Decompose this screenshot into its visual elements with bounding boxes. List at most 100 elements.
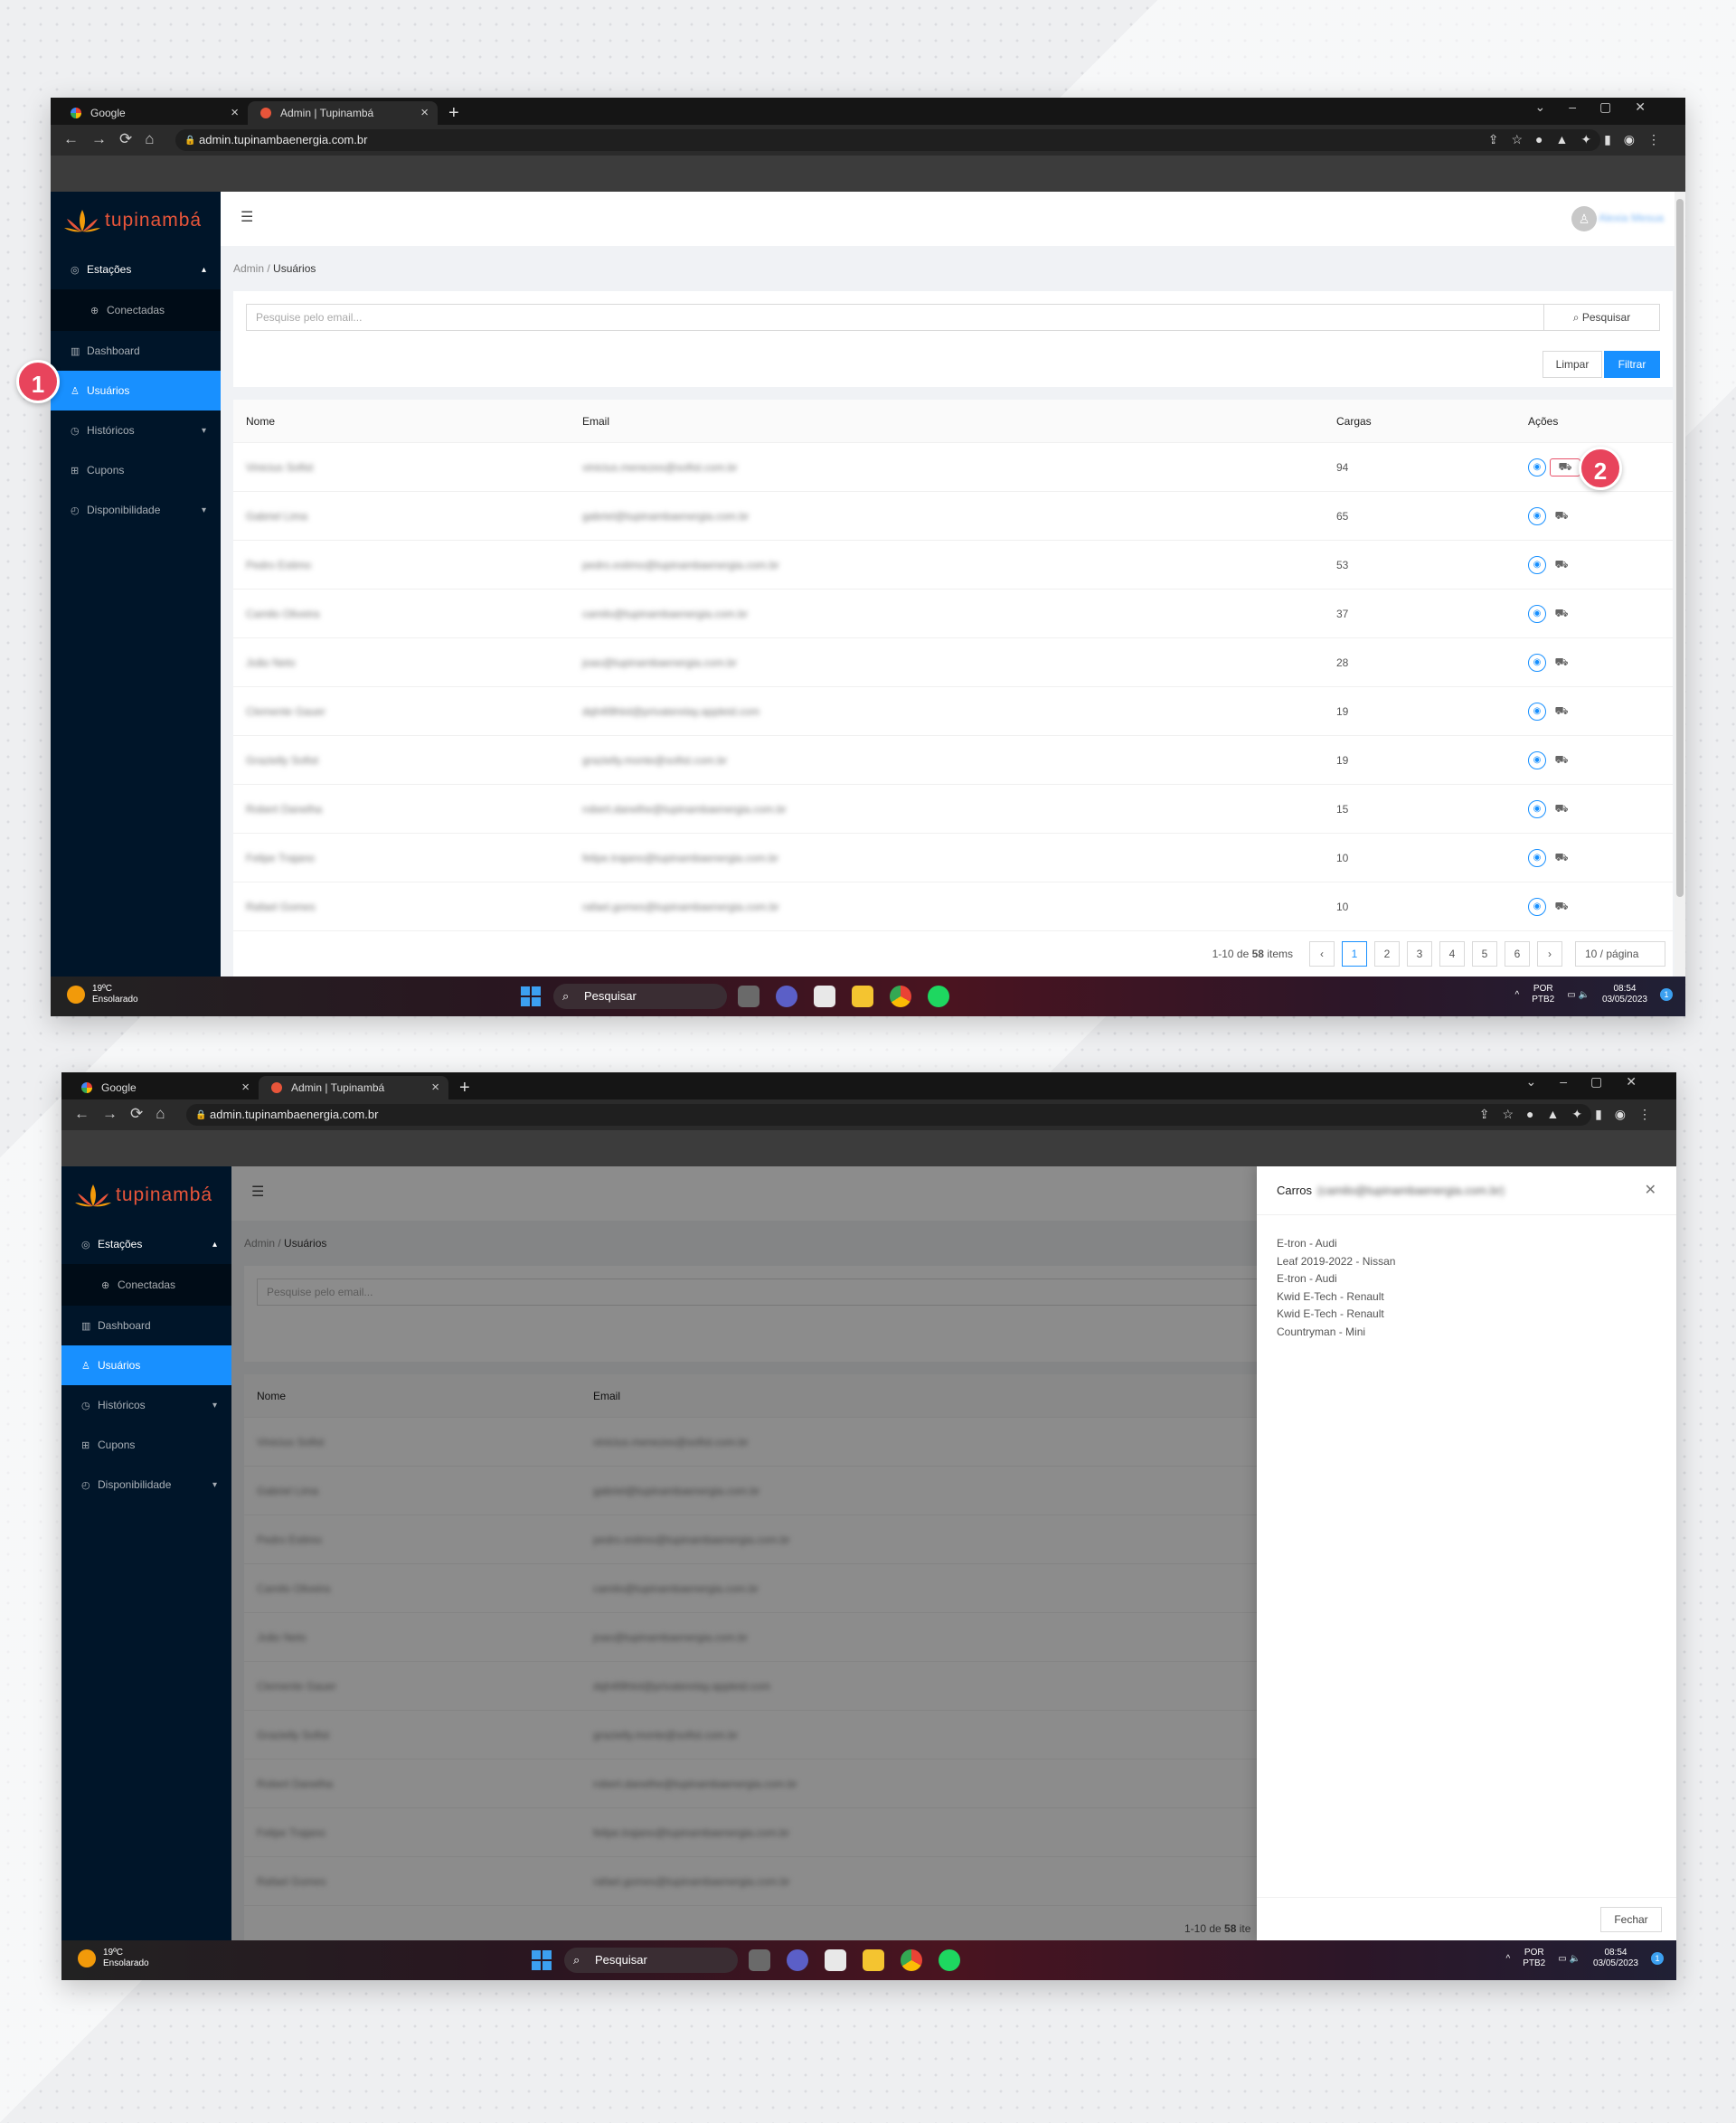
view-eye-icon[interactable]: ◉ xyxy=(1528,555,1546,574)
extension-icons[interactable]: ⇪☆●▲✦▮◉⋮ xyxy=(1479,1107,1664,1122)
page-3-button[interactable]: 3 xyxy=(1407,941,1432,967)
weather-widget[interactable]: 19ºC Ensolarado xyxy=(78,1948,149,1969)
view-eye-icon[interactable]: ◉ xyxy=(1528,506,1546,525)
view-eye-icon[interactable]: ◉ xyxy=(1528,799,1546,818)
chevron-up-icon[interactable]: ^ xyxy=(1506,1954,1511,1964)
cars-car-icon[interactable]: ⛟ xyxy=(1550,605,1573,623)
spotify-icon[interactable] xyxy=(939,1949,960,1971)
sidebar-item-historicos[interactable]: ◷ Históricos ▾ xyxy=(51,410,221,450)
close-tab-icon[interactable]: × xyxy=(241,1076,250,1099)
tab-google[interactable]: Google × xyxy=(58,101,248,125)
view-eye-icon[interactable]: ◉ xyxy=(1528,653,1546,672)
explorer-icon[interactable] xyxy=(863,1949,884,1971)
search-input[interactable]: Pesquise pelo email... xyxy=(246,304,1544,331)
notification-badge[interactable]: 1 xyxy=(1651,1952,1664,1965)
cars-car-icon[interactable]: ⛟ xyxy=(1550,703,1573,721)
menu-fold-icon[interactable]: ☰ xyxy=(241,208,253,226)
sidebar-item-dashboard[interactable]: ▥ Dashboard xyxy=(51,331,221,371)
next-page-button[interactable]: › xyxy=(1537,941,1562,967)
windows-start-icon[interactable] xyxy=(521,986,541,1006)
taskbar-search[interactable]: ⌕ Pesquisar xyxy=(564,1948,738,1973)
close-tab-icon[interactable]: × xyxy=(231,101,239,125)
view-eye-icon[interactable]: ◉ xyxy=(1528,702,1546,721)
page-4-button[interactable]: 4 xyxy=(1439,941,1465,967)
sidebar-item-disponibilidade[interactable]: ◴ Disponibilidade ▾ xyxy=(61,1465,231,1505)
page-5-button[interactable]: 5 xyxy=(1472,941,1497,967)
close-tab-icon[interactable]: × xyxy=(431,1076,439,1099)
close-icon[interactable]: ✕ xyxy=(1645,1181,1656,1199)
spotify-icon[interactable] xyxy=(928,986,949,1007)
close-tab-icon[interactable]: × xyxy=(420,101,429,125)
cars-car-icon[interactable]: ⛟ xyxy=(1550,556,1573,574)
page-2-button[interactable]: 2 xyxy=(1374,941,1400,967)
address-bar[interactable]: 🔒 admin.tupinambaenergia.com.br xyxy=(186,1104,1591,1126)
chevron-up-icon[interactable]: ^ xyxy=(1515,990,1520,1000)
tab-admin[interactable]: Admin | Tupinambá × xyxy=(248,101,438,125)
explorer-icon[interactable] xyxy=(852,986,873,1007)
scrollbar[interactable] xyxy=(1675,192,1685,977)
sidebar-item-historicos[interactable]: ◷ Históricos ▾ xyxy=(61,1385,231,1425)
windows-start-icon[interactable] xyxy=(532,1950,552,1970)
clock[interactable]: 08:54 03/05/2023 xyxy=(1593,1948,1638,1969)
page-size-select[interactable]: 10 / página xyxy=(1575,941,1665,967)
cars-car-icon[interactable]: ⛟ xyxy=(1550,507,1573,525)
chrome-icon[interactable] xyxy=(890,986,911,1007)
sidebar-item-estacoes[interactable]: ◎ Estações ▴ xyxy=(51,250,221,289)
window-controls[interactable]: ⌄–▢✕ xyxy=(1535,99,1669,115)
weather-widget[interactable]: 19ºC Ensolarado xyxy=(67,984,138,1005)
sidebar-item-cupons[interactable]: ⊞ Cupons xyxy=(51,450,221,490)
close-button[interactable]: Fechar xyxy=(1600,1907,1662,1932)
breadcrumb-root[interactable]: Admin xyxy=(233,262,264,275)
tab-google[interactable]: Google × xyxy=(69,1076,259,1099)
tab-admin[interactable]: Admin | Tupinambá × xyxy=(259,1076,448,1099)
clock[interactable]: 08:54 03/05/2023 xyxy=(1602,984,1647,1005)
filter-button[interactable]: Filtrar xyxy=(1604,351,1660,378)
nav-buttons[interactable]: ←→⟳⌂ xyxy=(74,1105,178,1123)
cars-car-icon[interactable]: ⛟ xyxy=(1550,898,1573,916)
view-eye-icon[interactable]: ◉ xyxy=(1528,458,1546,476)
window-controls[interactable]: ⌄–▢✕ xyxy=(1526,1074,1660,1090)
network-volume-icons[interactable]: ▭ 🔈 xyxy=(1567,990,1590,1000)
sidebar-item-usuarios[interactable]: ♙ Usuários xyxy=(51,371,221,410)
sidebar-item-conectadas[interactable]: ⊕ Conectadas xyxy=(61,1264,231,1306)
network-volume-icons[interactable]: ▭ 🔈 xyxy=(1558,1954,1580,1964)
view-eye-icon[interactable]: ◉ xyxy=(1528,750,1546,769)
cars-car-icon[interactable]: ⛟ xyxy=(1550,800,1573,818)
taskbar-search[interactable]: ⌕ Pesquisar xyxy=(553,984,727,1009)
sidebar-item-cupons[interactable]: ⊞ Cupons xyxy=(61,1425,231,1465)
store-icon[interactable] xyxy=(825,1949,846,1971)
view-eye-icon[interactable]: ◉ xyxy=(1528,604,1546,623)
store-icon[interactable] xyxy=(814,986,835,1007)
new-tab-icon[interactable]: + xyxy=(448,101,459,125)
extension-icons[interactable]: ⇪☆●▲✦▮◉⋮ xyxy=(1488,132,1673,147)
sidebar-item-usuarios[interactable]: ♙ Usuários xyxy=(61,1345,231,1385)
task-view-icon[interactable] xyxy=(749,1949,770,1971)
cars-car-icon[interactable]: ⛟ xyxy=(1550,849,1573,867)
avatar[interactable]: ♙ xyxy=(1571,206,1597,231)
sidebar-item-dashboard[interactable]: ▥ Dashboard xyxy=(61,1306,231,1345)
new-tab-icon[interactable]: + xyxy=(459,1076,470,1099)
notification-badge[interactable]: 1 xyxy=(1660,988,1673,1001)
task-view-icon[interactable] xyxy=(738,986,760,1007)
page-1-button[interactable]: 1 xyxy=(1342,941,1367,967)
sidebar-item-estacoes[interactable]: ◎ Estações ▴ xyxy=(61,1224,231,1264)
view-eye-icon[interactable]: ◉ xyxy=(1528,848,1546,867)
user-name[interactable]: Alexia Mesua xyxy=(1599,212,1664,224)
gift-icon: ⊞ xyxy=(71,465,80,476)
cars-car-icon[interactable]: ⛟ xyxy=(1550,751,1573,769)
chrome-icon[interactable] xyxy=(901,1949,922,1971)
view-eye-icon[interactable]: ◉ xyxy=(1528,897,1546,916)
page-6-button[interactable]: 6 xyxy=(1505,941,1530,967)
prev-page-button[interactable]: ‹ xyxy=(1309,941,1335,967)
sidebar-item-conectadas[interactable]: ⊕ Conectadas xyxy=(51,289,221,331)
clear-button[interactable]: Limpar xyxy=(1543,351,1602,378)
nav-buttons[interactable]: ←→⟳⌂ xyxy=(63,130,167,148)
chat-icon[interactable] xyxy=(776,986,797,1007)
address-bar[interactable]: 🔒 admin.tupinambaenergia.com.br xyxy=(175,129,1600,151)
search-button[interactable]: ⌕ Pesquisar xyxy=(1543,304,1660,331)
sidebar-item-disponibilidade[interactable]: ◴ Disponibilidade ▾ xyxy=(51,490,221,530)
cars-car-icon[interactable]: ⛟ xyxy=(1550,458,1580,476)
chat-icon[interactable] xyxy=(787,1949,808,1971)
chevron-up-icon: ▴ xyxy=(201,264,206,275)
cars-car-icon[interactable]: ⛟ xyxy=(1550,654,1573,672)
